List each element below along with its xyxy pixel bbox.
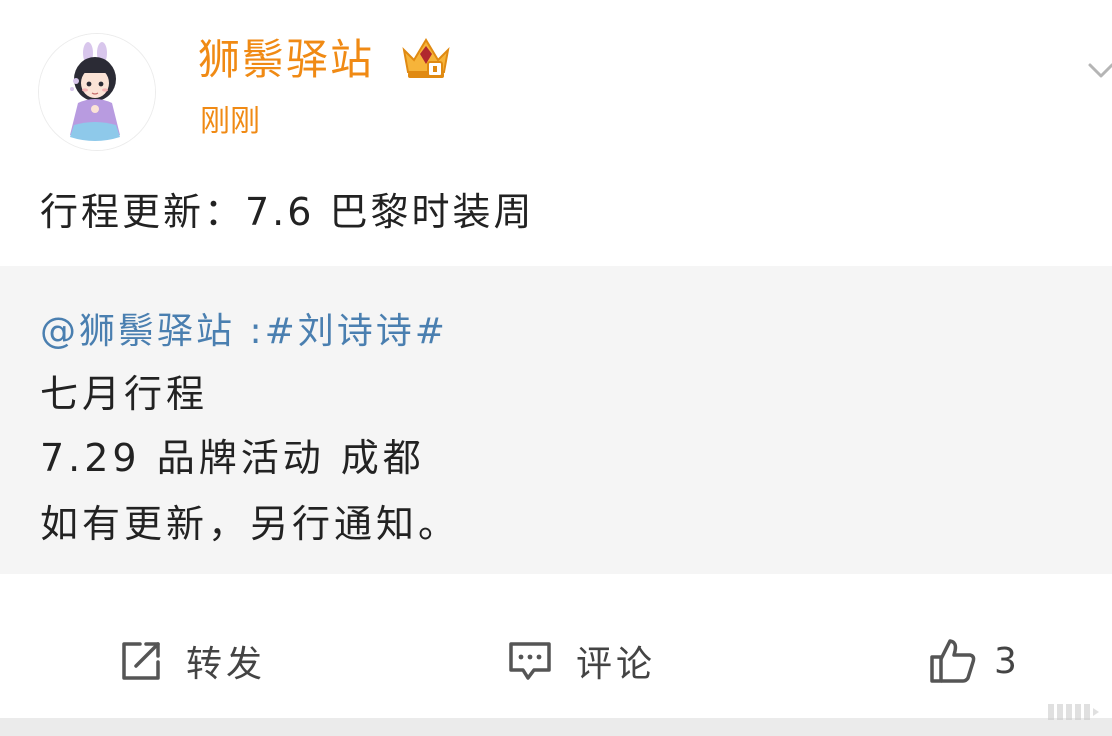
- avatar[interactable]: [38, 33, 156, 151]
- action-bar: 转发 评论 3: [0, 612, 1112, 712]
- comment-button[interactable]: 评论: [506, 636, 656, 686]
- watermark-icon: [1046, 698, 1102, 724]
- chevron-down-icon[interactable]: [1086, 56, 1112, 86]
- comment-bubble-icon: [509, 642, 551, 680]
- comment-label: 评论: [576, 644, 657, 685]
- repost-text-line: 七月行程: [40, 372, 209, 416]
- like-count: 3: [994, 640, 1021, 682]
- reposted-content[interactable]: @狮鬃驿站 :#刘诗诗# 七月行程 7.29 品牌活动 成都 如有更新，另行通知…: [0, 266, 1112, 574]
- repost-label: 转发: [186, 644, 267, 685]
- repost-header: @狮鬃驿站 :#刘诗诗#: [40, 308, 448, 356]
- post-body-text: 行程更新：7.6 巴黎时装周: [40, 190, 535, 234]
- bottom-divider: [0, 718, 1112, 736]
- share-arrow-icon: [122, 642, 160, 680]
- crown-badge-icon: [398, 32, 454, 82]
- repost-text-line: 如有更新，另行通知。: [40, 502, 461, 546]
- repost-separator: :: [235, 311, 265, 352]
- like-button[interactable]: 3: [928, 636, 1021, 686]
- post-timestamp: 刚刚: [200, 104, 260, 139]
- mention-link[interactable]: @狮鬃驿站: [40, 311, 235, 352]
- author-name[interactable]: 狮鬃驿站: [198, 34, 374, 86]
- hashtag-link[interactable]: #刘诗诗#: [265, 311, 448, 352]
- repost-text-line: 7.29 品牌活动 成都: [40, 436, 425, 480]
- repost-button[interactable]: 转发: [118, 636, 266, 686]
- weibo-post-card: 狮鬃驿站 刚刚 行程更新：7.6 巴黎时装周 @狮鬃驿站 :#刘诗诗# 七月行程…: [0, 0, 1112, 736]
- avatar-illustration: [39, 34, 155, 150]
- thumbs-up-icon: [930, 639, 976, 683]
